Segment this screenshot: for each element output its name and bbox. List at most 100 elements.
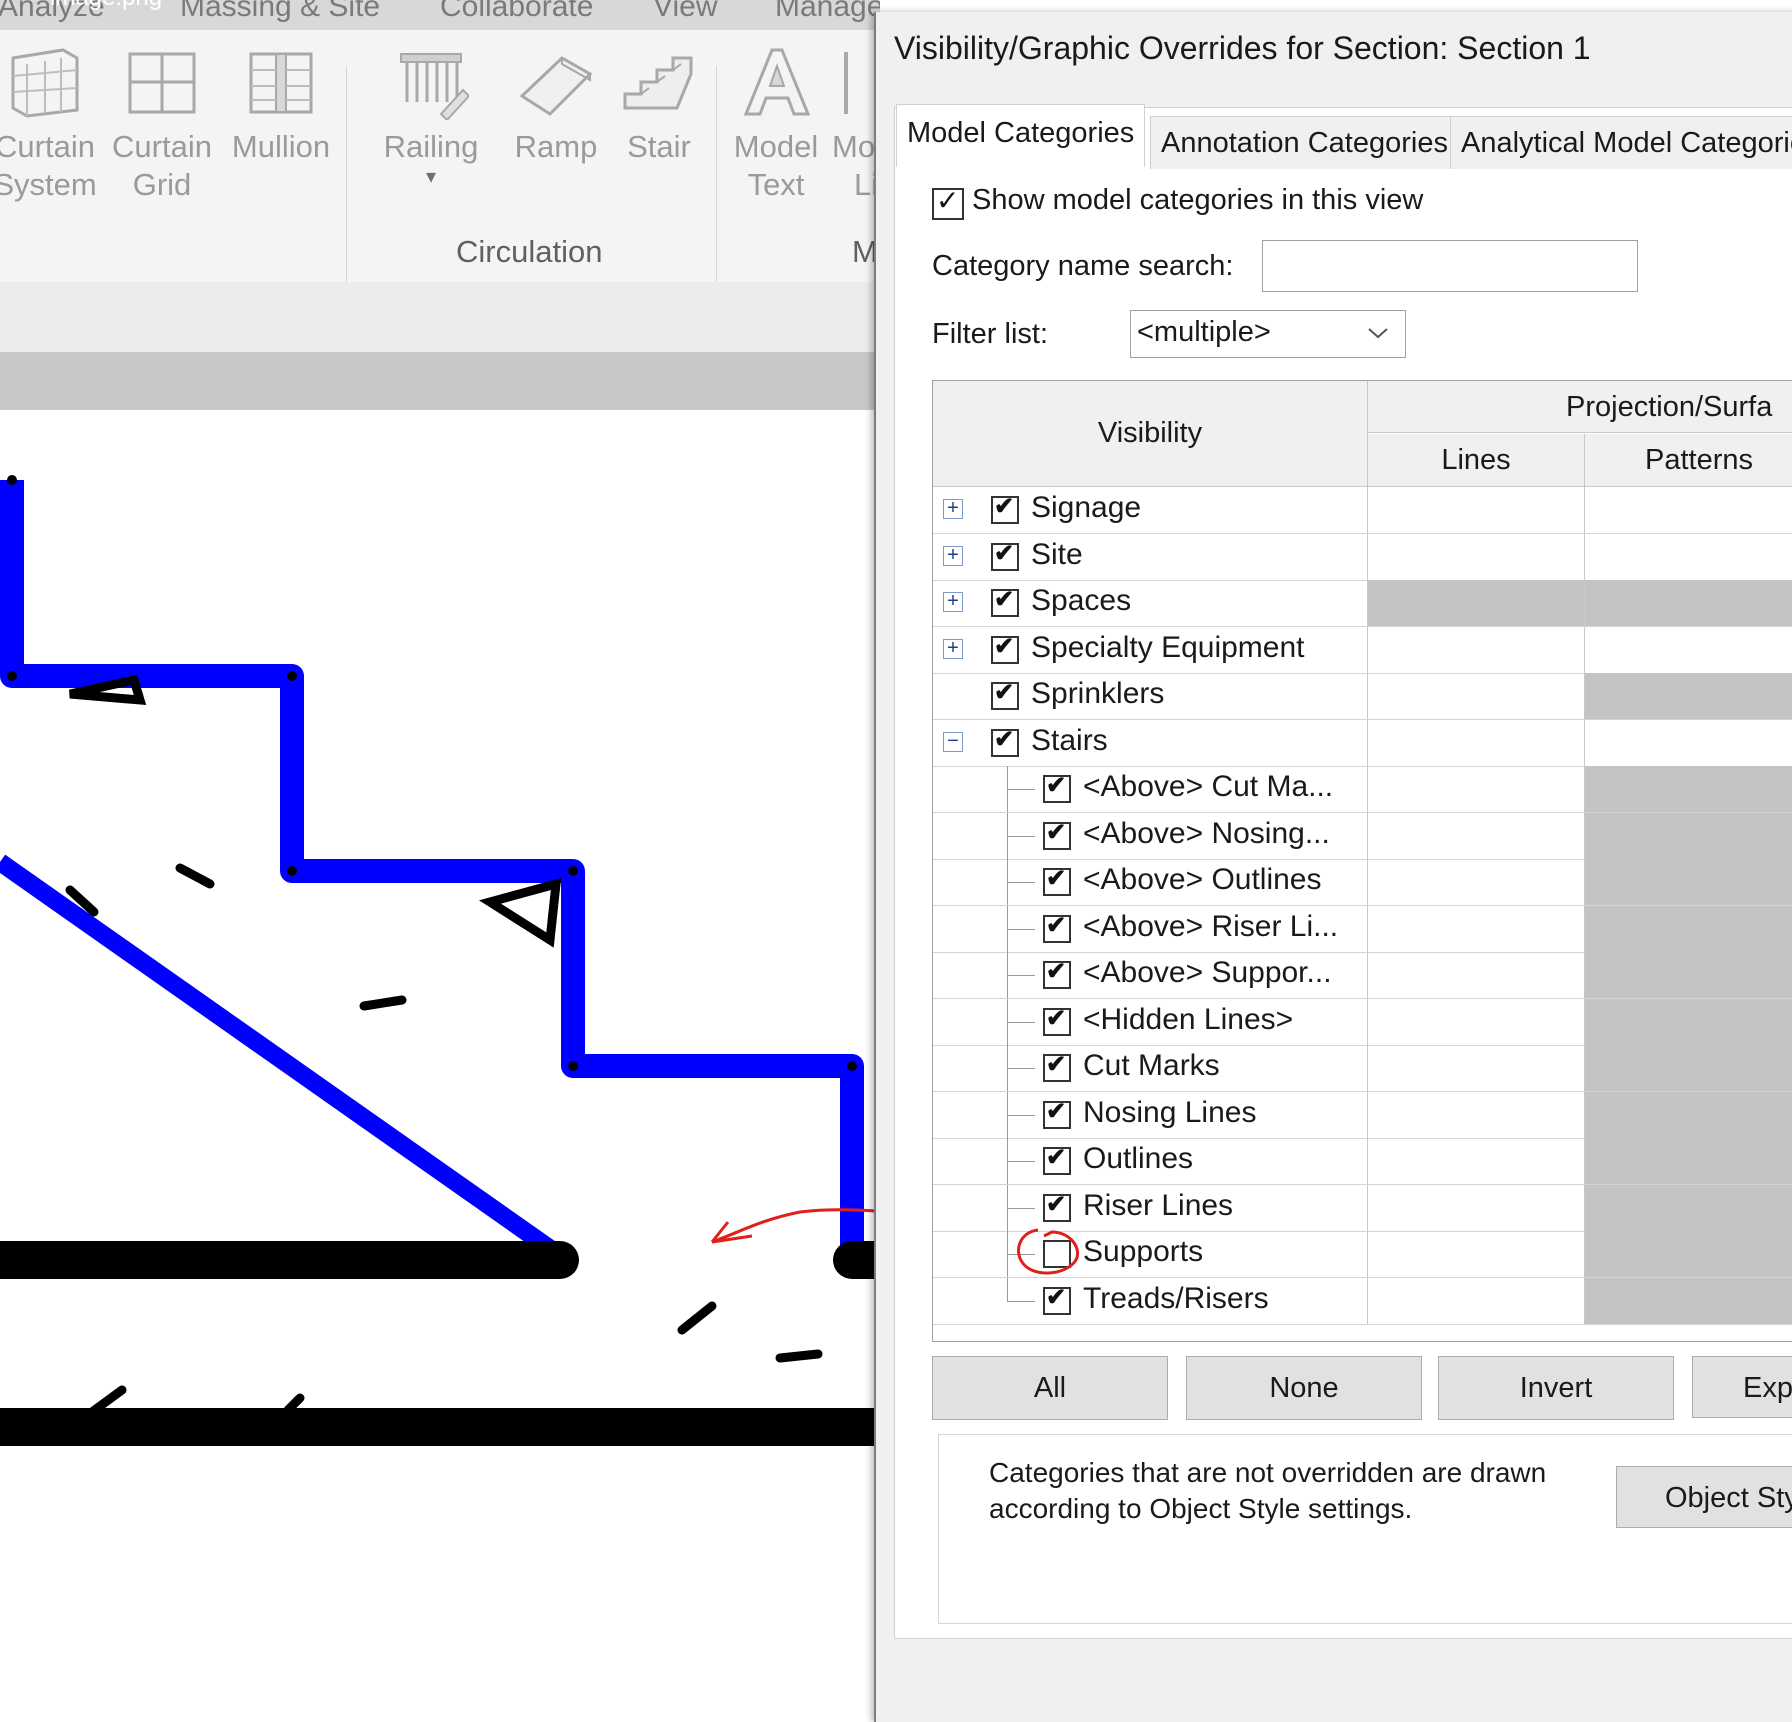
category-row[interactable]: + ✔ Specialty Equipment (933, 626, 1792, 674)
lines-override-cell[interactable] (1368, 766, 1585, 812)
lines-override-cell[interactable] (1368, 812, 1585, 859)
expand-icon[interactable]: + (943, 638, 963, 659)
ribbon-tab-massing-site[interactable]: Massing & Site (180, 0, 380, 24)
patterns-override-cell[interactable] (1585, 487, 1792, 533)
invert-button[interactable]: Invert (1438, 1356, 1674, 1420)
category-visibility-checkbox[interactable]: ✔ (1043, 912, 1071, 943)
category-row[interactable]: ✔ Nosing Lines (933, 1091, 1792, 1139)
patterns-override-cell[interactable] (1585, 1277, 1792, 1324)
category-row[interactable]: ✔ <Above> Suppor... (933, 952, 1792, 999)
visibility-column-header[interactable]: Visibility (933, 381, 1368, 487)
patterns-override-cell[interactable] (1585, 952, 1792, 998)
category-row[interactable]: ✔ <Above> Outlines (933, 859, 1792, 906)
lines-override-cell[interactable] (1368, 905, 1585, 952)
tab-annotation-categories[interactable]: Annotation Categories (1150, 116, 1459, 169)
category-row[interactable]: ✔ <Above> Riser Li... (933, 905, 1792, 953)
category-visibility-checkbox[interactable]: ✔ (1043, 865, 1071, 896)
tab-analytical-model-categories[interactable]: Analytical Model Categorie (1450, 116, 1792, 169)
lines-override-cell[interactable] (1368, 1231, 1585, 1277)
category-visibility-checkbox[interactable]: ✔ (1043, 1191, 1071, 1222)
expand-icon[interactable]: + (943, 591, 963, 612)
patterns-override-cell[interactable] (1585, 673, 1792, 719)
expand-icon[interactable]: + (943, 498, 963, 519)
patterns-override-cell[interactable] (1585, 627, 1792, 673)
lines-override-cell[interactable] (1368, 1045, 1585, 1091)
lines-override-cell[interactable] (1368, 1184, 1585, 1231)
stair-button[interactable]: Stair (614, 44, 704, 169)
patterns-override-cell[interactable] (1585, 905, 1792, 952)
lines-override-cell[interactable] (1368, 1277, 1585, 1324)
category-row[interactable]: ✔ <Hidden Lines> (933, 998, 1792, 1046)
patterns-column-header[interactable]: Patterns (1585, 434, 1792, 487)
patterns-override-cell[interactable] (1585, 998, 1792, 1045)
category-row[interactable]: ✔ Sprinklers (933, 673, 1792, 720)
patterns-override-cell[interactable] (1585, 1138, 1792, 1184)
ribbon-tab-collaborate[interactable]: Collaborate (440, 0, 593, 24)
lines-override-cell[interactable] (1368, 626, 1585, 673)
curtain-grid-button[interactable]: Curtain Grid (112, 44, 212, 207)
ribbon-tab-manage[interactable]: Manage (775, 0, 880, 24)
patterns-override-cell[interactable] (1585, 1184, 1792, 1231)
lines-override-cell[interactable] (1368, 533, 1585, 580)
lines-override-cell[interactable] (1368, 580, 1585, 626)
patterns-override-cell[interactable] (1585, 1231, 1792, 1277)
show-categories-checkbox[interactable]: ✓ (932, 185, 964, 220)
select-all-button[interactable]: All (932, 1356, 1168, 1420)
lines-override-cell[interactable] (1368, 673, 1585, 719)
category-visibility-checkbox[interactable]: ✔ (991, 586, 1019, 617)
category-row[interactable]: ✔ <Above> Nosing... (933, 812, 1792, 860)
lines-override-cell[interactable] (1368, 1138, 1585, 1184)
patterns-override-cell[interactable] (1585, 1091, 1792, 1138)
tree-connector (1007, 1114, 1035, 1116)
expand-icon[interactable]: + (943, 545, 963, 566)
section-view-canvas[interactable] (0, 410, 1029, 1705)
category-row[interactable]: ✔ Cut Marks (933, 1045, 1792, 1092)
category-row[interactable]: + ✔ Site (933, 533, 1792, 581)
object-styles-button[interactable]: Object Sty (1616, 1466, 1792, 1528)
patterns-override-cell[interactable] (1585, 580, 1792, 626)
lines-override-cell[interactable] (1368, 859, 1585, 905)
lines-override-cell[interactable] (1368, 487, 1585, 533)
lines-column-header[interactable]: Lines (1368, 434, 1585, 487)
category-visibility-checkbox[interactable]: ✔ (991, 633, 1019, 664)
category-visibility-checkbox[interactable]: ✔ (1043, 1144, 1071, 1175)
category-visibility-checkbox[interactable]: ✔ (1043, 772, 1071, 803)
category-visibility-checkbox[interactable]: ✔ (991, 679, 1019, 710)
category-visibility-checkbox[interactable]: ✔ (1043, 958, 1071, 989)
patterns-override-cell[interactable] (1585, 720, 1792, 766)
railing-button[interactable]: Railing ▾ (378, 44, 484, 199)
category-visibility-checkbox[interactable]: ✔ (1043, 1284, 1071, 1315)
category-visibility-checkbox[interactable]: ✔ (991, 540, 1019, 571)
category-search-input[interactable] (1262, 240, 1638, 292)
curtain-system-button[interactable]: Curtain System (0, 44, 100, 207)
category-visibility-checkbox[interactable]: ✔ (1043, 1051, 1071, 1082)
category-row[interactable]: + ✔ Signage (933, 487, 1792, 534)
filter-list-dropdown[interactable]: <multiple> (1130, 310, 1406, 358)
lines-override-cell[interactable] (1368, 1091, 1585, 1138)
lines-override-cell[interactable] (1368, 998, 1585, 1045)
select-none-button[interactable]: None (1186, 1356, 1422, 1420)
category-visibility-checkbox[interactable]: ✔ (991, 493, 1019, 524)
patterns-override-cell[interactable] (1585, 1045, 1792, 1091)
patterns-override-cell[interactable] (1585, 534, 1792, 580)
category-row[interactable]: ✔ <Above> Cut Ma... (933, 766, 1792, 813)
category-visibility-checkbox[interactable]: ✔ (991, 726, 1019, 757)
category-visibility-checkbox[interactable]: ✔ (1043, 819, 1071, 850)
category-row[interactable]: + ✔ Spaces (933, 580, 1792, 627)
patterns-override-cell[interactable] (1585, 766, 1792, 812)
category-row[interactable]: − ✔ Stairs (933, 719, 1792, 767)
category-visibility-checkbox[interactable]: ✔ (1043, 1098, 1071, 1129)
category-visibility-checkbox[interactable]: ✔ (1043, 1005, 1071, 1036)
model-text-button[interactable]: Model Text (726, 44, 826, 207)
collapse-icon[interactable]: − (943, 731, 963, 752)
ramp-button[interactable]: Ramp (506, 44, 606, 169)
expand-all-button[interactable]: Exp (1692, 1356, 1792, 1418)
lines-override-cell[interactable] (1368, 719, 1585, 766)
lines-override-cell[interactable] (1368, 952, 1585, 998)
tab-model-categories[interactable]: Model Categories (896, 104, 1146, 167)
patterns-override-cell[interactable] (1585, 859, 1792, 905)
ribbon-tab-view[interactable]: View (653, 0, 717, 24)
category-row[interactable]: ✔ Outlines (933, 1138, 1792, 1185)
patterns-override-cell[interactable] (1585, 812, 1792, 859)
mullion-button[interactable]: Mullion (228, 44, 334, 169)
